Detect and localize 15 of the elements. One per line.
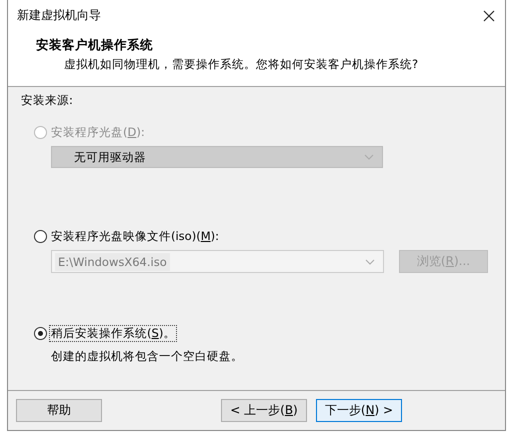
chevron-down-icon [365,258,375,264]
next-button[interactable]: 下一步(N) > [316,399,402,422]
page-subtitle: 虚拟机如同物理机，需要操作系统。您将如何安装客户机操作系统? [64,57,420,72]
window-title: 新建虚拟机向导 [17,7,101,24]
page-title: 安装客户机操作系统 [36,37,154,54]
radio-button[interactable] [34,326,47,340]
close-icon[interactable] [483,10,495,22]
chevron-down-icon [364,154,374,160]
radio-button[interactable] [34,230,47,242]
back-button[interactable]: < 上一步(B) [221,399,307,422]
radio-label[interactable]: 安装程序光盘映像文件(iso)(M): [49,228,221,244]
section-label: 安装来源: [21,93,74,108]
help-button[interactable]: 帮助 [16,399,102,422]
radio-label[interactable]: 稍后安装操作系统(S)。 [49,324,178,342]
option-description: 创建的虚拟机将包含一个空白硬盘。 [51,349,244,364]
